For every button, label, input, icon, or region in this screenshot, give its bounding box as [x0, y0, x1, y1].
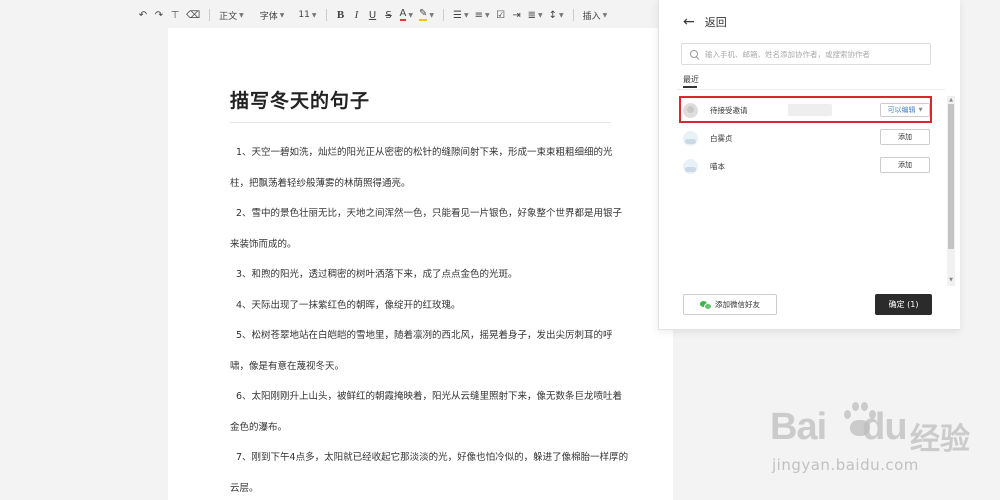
list-item-user: 白雾贞 添加	[679, 126, 944, 150]
back-button[interactable]: ← 返回	[683, 14, 727, 30]
arrow-left-icon: ←	[683, 14, 695, 30]
search-icon	[690, 49, 699, 59]
document-line: 云层。	[230, 482, 259, 494]
tab-active-indicator	[683, 86, 697, 88]
user-name: 白雾贞	[710, 133, 733, 143]
confirm-button[interactable]: 确定 (1)	[875, 294, 932, 315]
redo-icon[interactable]: ↷	[151, 4, 167, 26]
chevron-down-icon: ▼	[484, 11, 490, 19]
font-color-icon: A	[399, 8, 407, 21]
bold-icon[interactable]: B	[333, 4, 349, 26]
numbered-list-icon[interactable]: ≡ ▼	[472, 4, 493, 26]
document-title[interactable]: 描写冬天的句子	[230, 86, 370, 113]
toolbar-divider	[209, 9, 211, 21]
font-color-button[interactable]: A ▼	[397, 4, 416, 26]
scrollbar-thumb[interactable]	[948, 104, 954, 249]
font-family-label: 字体	[259, 11, 278, 22]
format-painter-icon[interactable]: ⊤	[167, 4, 183, 26]
tab-recent[interactable]: 最近	[683, 74, 699, 85]
add-user-button[interactable]: 添加	[880, 157, 930, 173]
highlight-color-button[interactable]: ✎ ▼	[416, 4, 437, 26]
chevron-down-icon: ▼	[279, 11, 285, 19]
highlighter-icon: ✎	[418, 8, 428, 21]
chevron-down-icon: ▼	[239, 11, 244, 19]
align-icon[interactable]: ≣ ▼	[525, 4, 546, 26]
document-line: 7、刚到下午4点多，太阳就已经收起它那淡淡的光，好像也怕冷似的，躲进了像棉胎一样…	[236, 452, 629, 463]
wechat-icon	[700, 300, 712, 310]
toolbar-divider	[325, 9, 327, 21]
document-line: 5、松树苍翠地站在白皑皑的雪地里，随着凛冽的西北风，摇晃着身子，发出尖厉刺耳的呼	[236, 330, 613, 341]
strikethrough-icon[interactable]: S	[381, 4, 397, 26]
collaborator-search[interactable]	[681, 43, 931, 65]
watermark-url: jingyan.baidu.com	[772, 456, 919, 474]
scroll-down-icon[interactable]: ▼	[947, 276, 955, 284]
document-line: 4、天际出现了一抹紫红色的朝晖，像绽开的红玫瑰。	[236, 299, 461, 311]
italic-icon[interactable]: I	[349, 4, 365, 26]
avatar	[683, 130, 698, 146]
document-line: 1、天空一碧如洗，灿烂的阳光正从密密的松针的缝隙间射下来，形成一束束粗粗细细的光	[236, 147, 613, 158]
chevron-down-icon: ▼	[408, 11, 413, 19]
indent-icon[interactable]: ⇥	[509, 4, 525, 26]
chevron-down-icon: ▼	[311, 11, 317, 19]
add-wechat-friend-button[interactable]: 添加微信好友	[683, 294, 777, 315]
chevron-down-icon: ▼	[429, 11, 434, 19]
toolbar-divider	[572, 9, 574, 21]
paw-icon	[842, 400, 876, 440]
highlight-annotation	[679, 96, 932, 123]
divider	[677, 89, 945, 90]
bullet-list-icon[interactable]: ☰ ▼	[450, 4, 472, 26]
document-line: 2、雪中的景色壮丽无比，天地之间浑然一色，只能看见一片银色，好象整个世界都是用银…	[236, 208, 623, 219]
chevron-down-icon: ▼	[463, 11, 469, 19]
wechat-button-label: 添加微信好友	[715, 300, 760, 309]
font-size-dropdown[interactable]: 11 ▼	[295, 4, 319, 26]
chevron-down-icon: ▼	[559, 11, 564, 19]
clear-format-icon[interactable]: ⌫	[183, 4, 203, 26]
scroll-up-icon[interactable]: ▲	[947, 96, 955, 104]
font-size-label: 11	[298, 10, 310, 20]
insert-label: 插入	[582, 11, 601, 22]
document-line: 柱，把飘荡着轻纱般薄雾的林荫照得通亮。	[230, 177, 411, 189]
underline-icon[interactable]: U	[365, 4, 381, 26]
undo-icon[interactable]: ↶	[135, 4, 151, 26]
font-family-dropdown[interactable]: 字体 ▼	[257, 4, 288, 26]
document-line: 3、和煦的阳光，透过稠密的树叶洒落下来，成了点点金色的光斑。	[236, 269, 518, 280]
insert-dropdown[interactable]: 插入 ▼	[580, 4, 611, 26]
document-line: 6、太阳刚刚升上山头，被鲜红的朝霞掩映着，阳光从云缝里照射下来，像无数条巨龙喷吐…	[236, 391, 623, 402]
list-item-user: 喵本 添加	[679, 154, 944, 178]
add-user-button[interactable]: 添加	[880, 129, 930, 145]
back-label: 返回	[704, 16, 727, 29]
collaborator-panel: ← 返回 最近 待接受邀请 可以编辑▼ 白雾贞 添加 喵本 添加 ▲ ▼ 添加微…	[658, 0, 960, 330]
document-page[interactable]: 描写冬天的句子 1、天空一碧如洗，灿烂的阳光正从密密的松针的缝隙间射下来，形成一…	[168, 28, 673, 500]
paragraph-style-dropdown[interactable]: 正文 ▼	[216, 4, 247, 26]
document-body[interactable]: 1、天空一碧如洗，灿烂的阳光正从密密的松针的缝隙间射下来，形成一束束粗粗细细的光…	[230, 138, 629, 500]
chevron-down-icon: ▼	[602, 11, 608, 19]
title-divider	[230, 122, 611, 123]
avatar	[683, 158, 698, 174]
watermark-logo-text: Bai du	[770, 406, 908, 448]
document-line: 来装饰而成的。	[230, 238, 297, 250]
baidu-jingyan-watermark: Bai du 经验 jingyan.baidu.com	[760, 392, 1000, 500]
search-input[interactable]	[705, 49, 930, 59]
chevron-down-icon: ▼	[537, 11, 543, 19]
paragraph-style-label: 正文	[219, 11, 238, 22]
user-name: 喵本	[710, 161, 725, 171]
toolbar-divider	[442, 9, 444, 21]
document-line: 啸，像是有意在蔑视冬天。	[230, 360, 345, 372]
line-spacing-icon[interactable]: ↕ ▼	[546, 4, 567, 26]
document-line: 金色的瀑布。	[230, 421, 288, 433]
watermark-cn-text: 经验	[910, 422, 970, 457]
checklist-icon[interactable]: ☑	[493, 4, 509, 26]
